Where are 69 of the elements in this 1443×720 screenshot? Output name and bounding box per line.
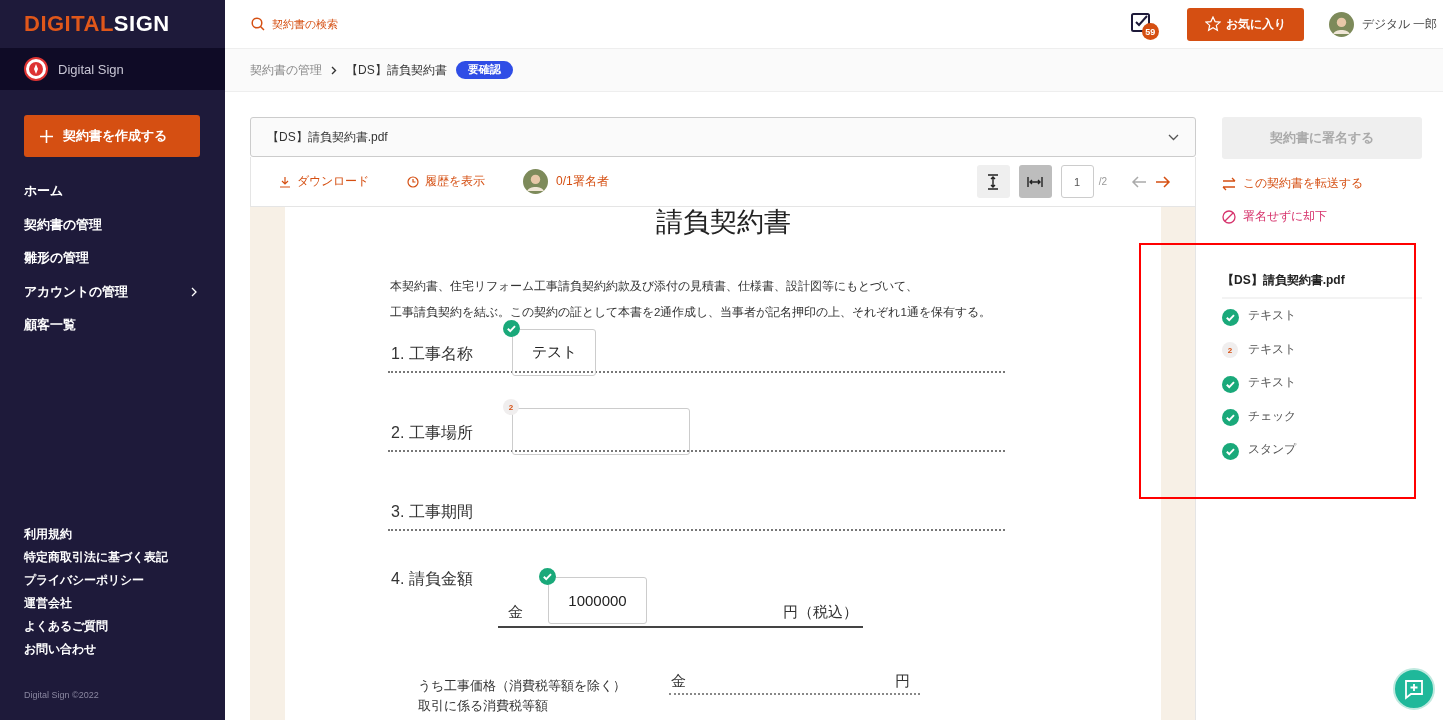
plus-icon	[40, 129, 53, 143]
item-label: 1. 工事名称	[390, 344, 474, 364]
nav-item[interactable]: 雛形の管理	[0, 242, 225, 276]
item-label: 4. 請負金額	[390, 569, 474, 589]
reject-link[interactable]: 署名せずに却下	[1222, 209, 1422, 224]
footer-link[interactable]: プライバシーポリシー	[24, 572, 205, 589]
amount-prefix: 金	[671, 672, 686, 691]
status-badge: 要確認	[455, 61, 513, 79]
footer-link[interactable]: 利用規約	[24, 526, 205, 543]
footer-link[interactable]: よくあるご質問	[24, 618, 205, 635]
document-paragraph: 本契約書、住宅リフォーム工事請負契約約款及び添付の見積書、仕様書、設計図等にもとづいて、 工事請負契約を結ぶ。この契約の証として本書を2通作成し、当事者が記名押印の上、それぞれ1通を保有する。	[389, 279, 992, 320]
history-button[interactable]: 履歴を表示	[407, 174, 485, 189]
chevron-right-icon	[191, 287, 197, 298]
field-list-title: 【DS】請負契約書.pdf	[1222, 272, 1422, 299]
chevron-right-icon	[331, 65, 337, 75]
forward-link[interactable]: この契約書を転送する	[1222, 176, 1422, 191]
nav-item[interactable]: アカウントの管理	[0, 275, 225, 309]
field-list-item[interactable]: チェック	[1222, 399, 1422, 433]
sub-row-label: 取引に係る消費税等額	[418, 697, 549, 715]
download-button[interactable]: ダウンロード	[279, 174, 369, 189]
document-title: 請負契約書	[654, 207, 792, 237]
organization-name: Digital Sign	[58, 61, 124, 77]
amount-prefix: 金	[507, 603, 524, 622]
download-icon	[279, 175, 291, 188]
prohibited-icon	[1222, 209, 1236, 224]
fit-width-button[interactable]	[1018, 165, 1052, 198]
swap-icon	[1222, 176, 1236, 191]
field-list-item[interactable]: テキスト	[1222, 366, 1422, 400]
field-list-item[interactable]: スタンプ	[1222, 433, 1422, 467]
favorites-button[interactable]: お気に入り	[1186, 7, 1304, 41]
avatar-icon	[523, 169, 548, 194]
search-icon	[251, 17, 265, 31]
sub-row-label: うち工事価格（消費税等額を除く）	[418, 677, 627, 695]
footer-link[interactable]: お問い合わせ	[24, 641, 205, 658]
nav-item[interactable]: 契約書の管理	[0, 208, 225, 242]
breadcrumb-link[interactable]: 契約書の管理	[250, 61, 322, 79]
chat-button[interactable]	[1393, 668, 1435, 710]
nav-item[interactable]: ホーム	[0, 175, 225, 209]
chat-plus-icon	[1403, 678, 1425, 700]
avatar-icon	[1328, 11, 1354, 37]
footer-link[interactable]: 運営会社	[24, 595, 205, 612]
signer-count: 0/1署名者	[556, 173, 609, 190]
user-name[interactable]: デジタル 一郎	[1361, 15, 1437, 33]
fit-height-button[interactable]	[976, 165, 1010, 198]
nav-item[interactable]: 顧客一覧	[0, 309, 225, 343]
item-label: 3. 工事期間	[390, 502, 474, 522]
count-badge: 59	[1141, 23, 1159, 40]
item-label: 2. 工事場所	[390, 423, 474, 443]
copyright: Digital Sign ©2022	[24, 690, 100, 700]
step-number-badge: 2	[1222, 342, 1238, 359]
field-list-item[interactable]: 2 テキスト	[1222, 332, 1422, 366]
search-field[interactable]: 契約書の検索	[270, 17, 424, 31]
page-total: /2	[1098, 176, 1107, 187]
emblem-icon	[24, 57, 48, 81]
chevron-down-icon	[1168, 133, 1179, 141]
logo: DIGITALSIGN	[23, 10, 171, 38]
next-page-button[interactable]	[1155, 174, 1171, 189]
file-select[interactable]: 【DS】請負契約書.pdf	[250, 117, 1196, 157]
amount-suffix: 円	[895, 672, 910, 691]
amount-suffix: 円（税込）	[783, 603, 859, 622]
create-contract-button[interactable]: 契約書を作成する	[24, 115, 200, 157]
page-number-field[interactable]: 1	[1060, 165, 1094, 198]
step-number-badge: 2	[503, 399, 519, 415]
breadcrumb-current: 【DS】請負契約書	[346, 61, 447, 79]
star-icon	[1204, 16, 1221, 32]
footer-link[interactable]: 特定商取引法に基づく表記	[24, 549, 205, 566]
text-field[interactable]	[512, 408, 690, 455]
field-list-item[interactable]: テキスト	[1222, 299, 1422, 333]
clock-icon	[407, 175, 419, 188]
